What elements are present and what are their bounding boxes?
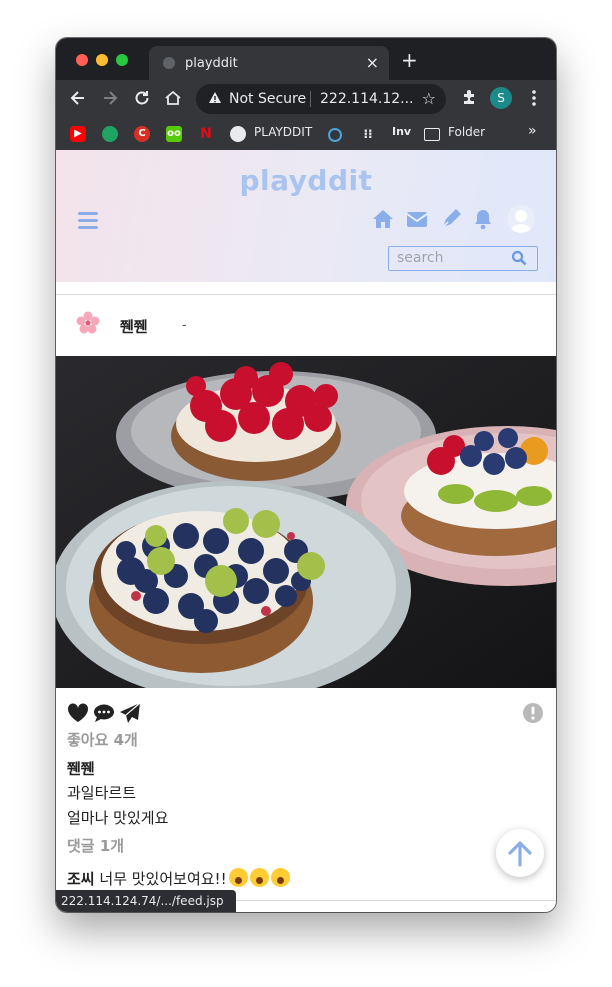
- close-window-button[interactable]: [76, 54, 88, 66]
- menu-kebab-icon[interactable]: [524, 88, 544, 108]
- tab-title: playddit: [185, 56, 238, 71]
- more-bookmarks-button[interactable]: »: [528, 123, 537, 139]
- youtube-icon[interactable]: ▶: [70, 126, 86, 142]
- site-header: playddit: [56, 150, 556, 282]
- home-icon[interactable]: [163, 88, 183, 108]
- back-arrow-icon[interactable]: [68, 88, 88, 108]
- reload-icon[interactable]: [132, 88, 152, 108]
- bookmark-folder[interactable]: Folder: [448, 125, 485, 139]
- netflix-icon[interactable]: N: [198, 126, 214, 142]
- like-count[interactable]: 좋아요 4개: [67, 729, 138, 750]
- globe-icon: [163, 57, 175, 69]
- site-logo[interactable]: playddit: [56, 164, 556, 197]
- bookmark-inv[interactable]: Inv: [392, 125, 411, 138]
- share-plane-icon[interactable]: [118, 702, 142, 724]
- extensions-icon[interactable]: [460, 88, 480, 108]
- search-input[interactable]: [397, 249, 507, 267]
- profile-avatar[interactable]: S: [490, 87, 512, 109]
- post-separator: -: [182, 316, 187, 332]
- tab-close-button[interactable]: ×: [366, 53, 379, 72]
- status-bar-url: 222.114.124.74/.../feed.jsp: [56, 890, 236, 912]
- dots-icon[interactable]: ⁝⁝: [360, 126, 376, 142]
- pen-icon[interactable]: [439, 207, 463, 231]
- browser-window: playddit × + Not Secure 222.114.12... ☆: [56, 38, 556, 912]
- navigation-bar: Not Secure 222.114.12... ☆ S: [56, 80, 556, 118]
- comment-username[interactable]: 조씨: [67, 870, 95, 888]
- bookmark-star-icon[interactable]: ☆: [422, 89, 436, 108]
- bell-icon[interactable]: [471, 207, 495, 231]
- shocked-face-emoji-icon: [249, 868, 269, 887]
- maximize-window-button[interactable]: [116, 54, 128, 66]
- web-page: playddit search 쮄쮄 - 좋아요 4개 쮄쮄 과일타르트 얼마나…: [56, 150, 556, 912]
- blue-swirl-icon[interactable]: [328, 128, 342, 142]
- github-icon[interactable]: [230, 126, 246, 142]
- comment-icon[interactable]: [92, 702, 116, 724]
- shocked-face-emoji-icon: [228, 868, 248, 887]
- comment-text: 너무 맛있어보여요!!: [99, 870, 227, 888]
- mail-icon[interactable]: [405, 207, 429, 231]
- user-avatar[interactable]: [507, 205, 535, 233]
- address-bar[interactable]: Not Secure 222.114.12... ☆: [196, 84, 446, 114]
- scroll-to-top-button[interactable]: [496, 829, 544, 877]
- post-username[interactable]: 쮄쮄: [120, 316, 148, 337]
- folder-icon[interactable]: [424, 128, 440, 141]
- owl-icon[interactable]: oo: [166, 126, 182, 142]
- security-label[interactable]: Not Secure: [229, 91, 306, 107]
- hamburger-menu-icon[interactable]: [78, 212, 98, 230]
- post-actions: [56, 698, 556, 728]
- caption-username[interactable]: 쮄쮄: [67, 758, 95, 779]
- report-alert-icon[interactable]: [522, 702, 546, 724]
- post-header: 쮄쮄 -: [56, 295, 556, 355]
- bookmark-playddit[interactable]: PLAYDDIT: [254, 125, 312, 139]
- green-circle-icon[interactable]: [102, 126, 118, 142]
- shocked-face-emoji-icon: [270, 868, 290, 887]
- heart-icon[interactable]: [66, 702, 90, 724]
- bookmarks-bar: ▶ C oo N PLAYDDIT ⁝⁝ Inv Folder »: [56, 118, 556, 151]
- warning-icon[interactable]: [208, 91, 222, 108]
- new-tab-button[interactable]: +: [401, 50, 418, 70]
- caption-line: 과일타르트: [67, 784, 137, 802]
- comment-count[interactable]: 댓글 1개: [67, 835, 124, 856]
- caption-line: 얼마나 맛있게요: [67, 809, 169, 827]
- search-box: [388, 246, 538, 271]
- red-c-icon[interactable]: C: [134, 126, 150, 142]
- forward-arrow-icon[interactable]: [100, 88, 120, 108]
- feed-post: 쮄쮄 - 좋아요 4개 쮄쮄 과일타르트 얼마나 맛있게요 댓글 1개 조씨 너…: [56, 294, 556, 912]
- minimize-window-button[interactable]: [96, 54, 108, 66]
- post-photo-fruit-tarts[interactable]: [56, 356, 556, 688]
- url-text[interactable]: 222.114.12...: [320, 91, 414, 107]
- separator: [310, 91, 311, 107]
- cherry-blossom-avatar-icon[interactable]: [76, 311, 100, 335]
- title-bar: playddit × +: [56, 38, 556, 80]
- search-icon[interactable]: [511, 250, 527, 266]
- home-icon[interactable]: [371, 207, 395, 231]
- comment-item: 조씨 너무 맛있어보여요!!: [67, 868, 290, 889]
- browser-tab[interactable]: playddit ×: [149, 46, 389, 80]
